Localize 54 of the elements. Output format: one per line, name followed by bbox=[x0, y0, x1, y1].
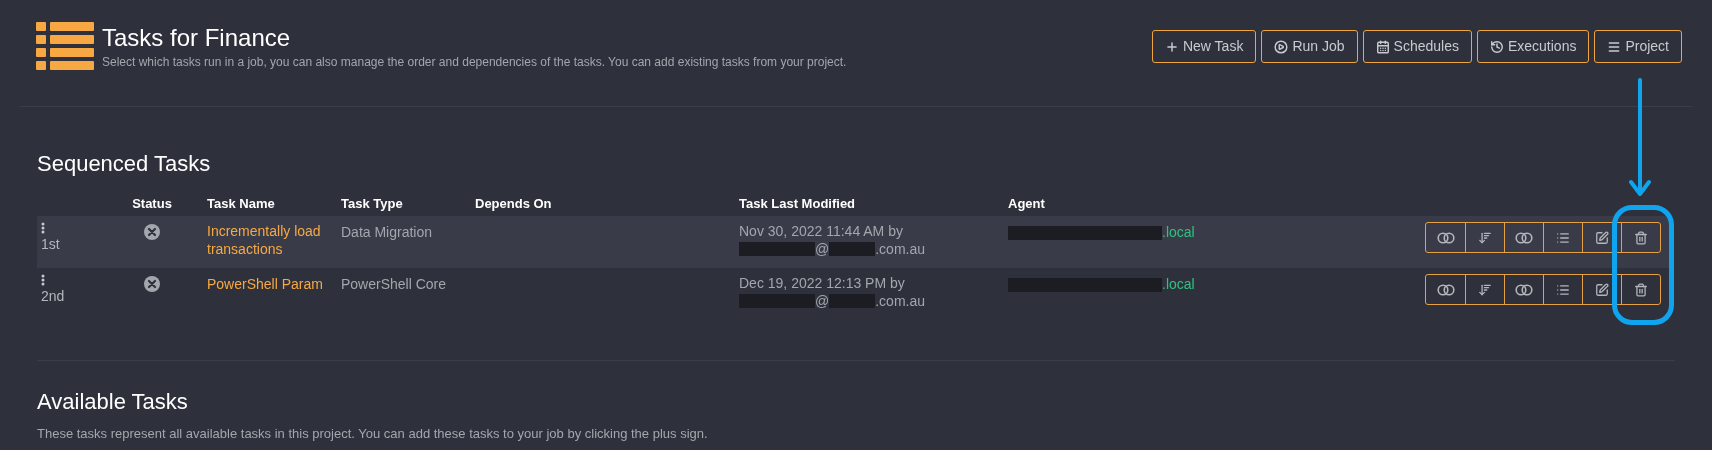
list-logo-icon bbox=[36, 22, 94, 72]
column-header: Task Type bbox=[341, 195, 404, 214]
toolbar-button[interactable]: Project bbox=[1594, 30, 1682, 63]
history-icon bbox=[1489, 39, 1504, 54]
page-title: Tasks for Finance bbox=[102, 23, 292, 53]
trash-icon bbox=[1634, 282, 1648, 297]
page-subtitle: Select which tasks run in a job, you can also manage the order and dependencies of the tasks. You can add existing tasks from your project. bbox=[102, 54, 847, 71]
section-heading: Available Tasks bbox=[37, 388, 189, 416]
failed-status-icon bbox=[144, 276, 160, 292]
order-label: 1st bbox=[41, 235, 61, 254]
modified-date: Nov 30, 2022 11:44 AM by bbox=[739, 222, 904, 240]
task-name-link[interactable]: Incrementally load transactions bbox=[207, 222, 341, 258]
task-type: Data Migration bbox=[341, 224, 433, 240]
redaction-bar bbox=[829, 242, 876, 256]
section-heading: Sequenced Tasks bbox=[37, 150, 212, 178]
drag-handle-icon[interactable] bbox=[41, 222, 45, 234]
column-header: Status bbox=[131, 195, 173, 214]
agent-suffix: .local bbox=[1162, 275, 1195, 294]
toggle-icon bbox=[1436, 283, 1455, 296]
plus-icon bbox=[1164, 39, 1179, 54]
email-at: @ bbox=[815, 292, 830, 310]
column-header: Task Name bbox=[207, 195, 276, 214]
email-domain: .com.au bbox=[875, 292, 926, 310]
email-domain: .com.au bbox=[875, 240, 926, 258]
order-label: 2nd bbox=[41, 287, 66, 306]
list-icon bbox=[1556, 282, 1570, 297]
modified-date: Dec 19, 2022 12:13 PM by bbox=[739, 274, 906, 292]
toolbar-button[interactable]: New Task bbox=[1151, 30, 1257, 63]
toolbar-button[interactable]: Executions bbox=[1476, 30, 1590, 63]
column-header: Agent bbox=[1008, 195, 1046, 214]
email-at: @ bbox=[815, 240, 830, 258]
toolbar-button[interactable]: Run Job bbox=[1261, 30, 1358, 63]
drag-handle-icon[interactable] bbox=[41, 274, 45, 286]
column-header: Task Last Modified bbox=[739, 195, 857, 214]
edit-icon bbox=[1595, 282, 1609, 297]
trash-icon bbox=[1634, 230, 1648, 245]
redaction-bar bbox=[829, 294, 876, 308]
edit-icon bbox=[1595, 230, 1609, 245]
toggle-icon bbox=[1515, 231, 1533, 244]
sort-icon bbox=[1478, 282, 1492, 297]
failed-status-icon bbox=[144, 224, 160, 240]
column-header: Depends On bbox=[475, 195, 553, 214]
menu-icon bbox=[1607, 39, 1622, 54]
toolbar-button[interactable]: Schedules bbox=[1362, 30, 1472, 63]
sort-icon bbox=[1478, 230, 1492, 245]
agent-suffix: .local bbox=[1162, 223, 1195, 242]
section-description: These tasks represent all available tasks in this project. You can add these tasks to your job by clicking the plus sign. bbox=[37, 425, 709, 443]
toggle-icon bbox=[1436, 231, 1455, 244]
toggle-icon bbox=[1515, 283, 1533, 296]
calendar-icon bbox=[1375, 39, 1390, 54]
task-type: PowerShell Core bbox=[341, 276, 447, 292]
play-icon bbox=[1274, 39, 1289, 54]
task-name-link[interactable]: PowerShell Param bbox=[207, 275, 323, 293]
list-icon bbox=[1556, 230, 1570, 245]
